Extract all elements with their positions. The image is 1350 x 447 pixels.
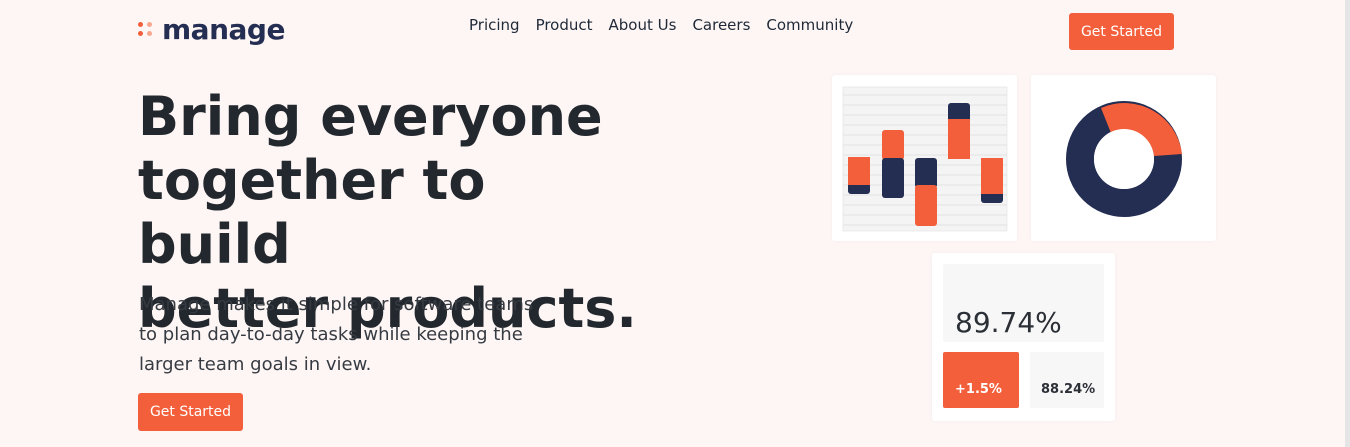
nav-pricing[interactable]: Pricing: [469, 15, 520, 35]
hero-title-line: Bring everyone: [138, 85, 603, 148]
nav-about-us[interactable]: About Us: [609, 15, 677, 35]
nav-product[interactable]: Product: [536, 15, 593, 35]
logo-dots-icon: [138, 22, 154, 38]
bar-3-orange: [915, 185, 937, 226]
main-nav: Pricing Product About Us Careers Communi…: [469, 15, 869, 35]
logo-text: manage: [162, 13, 285, 46]
stat-secondary-tile: 88.24%: [1030, 352, 1104, 408]
hero-title-line: together to build: [138, 149, 486, 276]
hero-description: Manage makes it simple for software team…: [139, 290, 559, 380]
donut-chart-card: [1031, 75, 1216, 241]
stats-card: 89.74% +1.5% 88.24%: [932, 253, 1115, 421]
header-get-started-button[interactable]: Get Started: [1069, 13, 1174, 50]
bar-4-orange: [948, 119, 970, 159]
stat-change-value: +1.5%: [955, 382, 1002, 397]
nav-community[interactable]: Community: [766, 15, 853, 35]
bar-chart-illustration: [842, 86, 1008, 232]
stat-change-tile: +1.5%: [943, 352, 1019, 408]
bar-chart-card: [832, 75, 1017, 241]
logo[interactable]: manage: [138, 14, 285, 46]
stat-main-value: 89.74%: [955, 306, 1062, 339]
hero-description-line: larger team goals in view.: [139, 354, 372, 375]
bar-1-orange: [848, 157, 870, 185]
page-scrollbar[interactable]: [1345, 0, 1350, 447]
hero-description-line: to plan day-to-day tasks while keeping t…: [139, 324, 523, 345]
bar-5-orange: [981, 158, 1003, 194]
donut-chart-illustration: [1066, 101, 1182, 217]
hero-get-started-button[interactable]: Get Started: [138, 393, 243, 431]
bar-3-navy: [915, 158, 937, 188]
stat-main-tile: 89.74%: [943, 264, 1104, 342]
hero-description-line: Manage makes it simple for software team…: [139, 294, 534, 315]
bar-2-navy: [882, 158, 904, 198]
bar-2-orange: [882, 130, 904, 160]
nav-careers[interactable]: Careers: [692, 15, 750, 35]
stat-secondary-value: 88.24%: [1041, 382, 1096, 397]
